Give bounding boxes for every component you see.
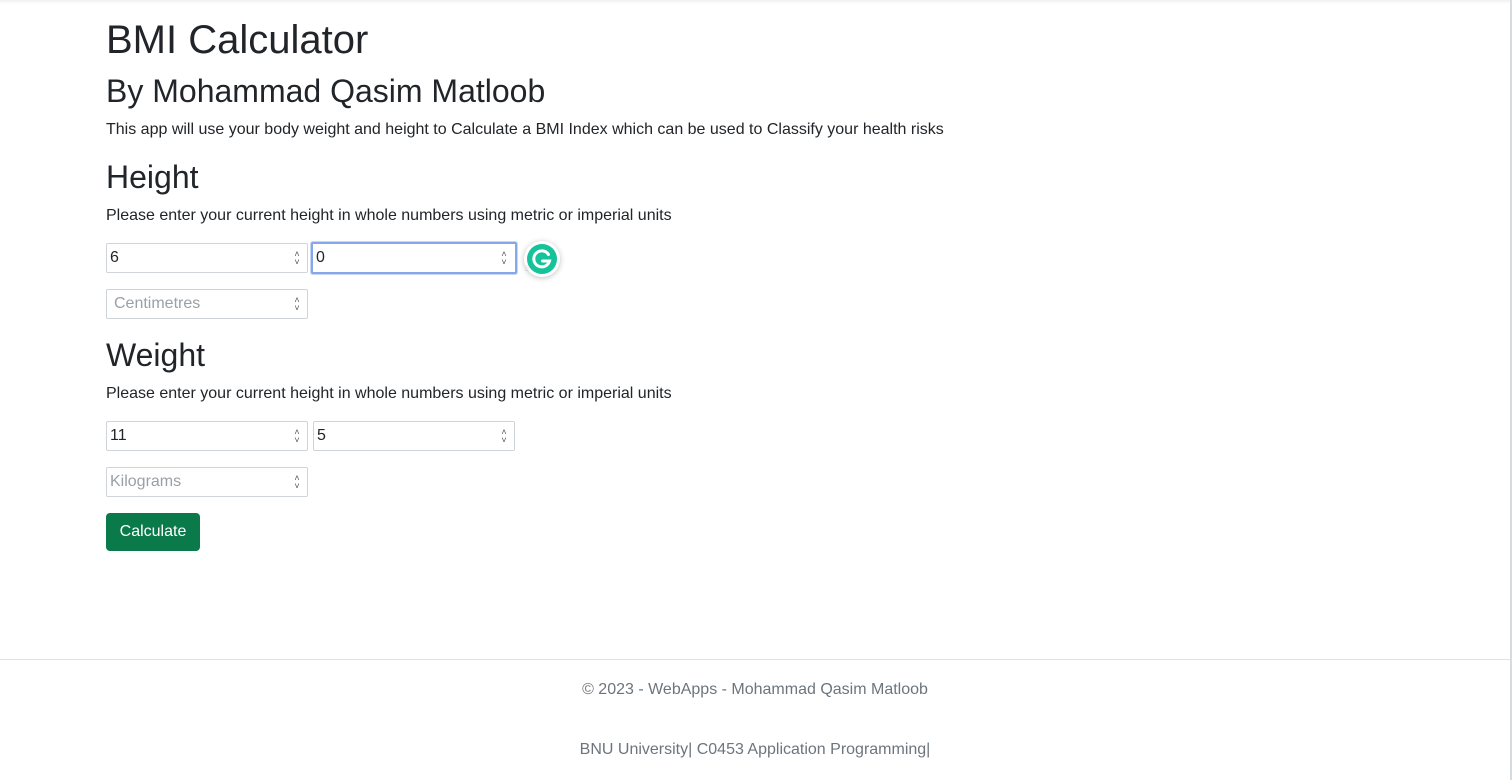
number-spinner-icon[interactable]: ˄ ˅ bbox=[292, 250, 302, 267]
height-description: Please enter your current height in whol… bbox=[106, 207, 672, 224]
height-inches-input[interactable] bbox=[311, 242, 517, 274]
footer-divider bbox=[0, 659, 1510, 660]
intro-text: This app will use your body weight and h… bbox=[106, 121, 944, 138]
calculate-button[interactable]: Calculate bbox=[106, 513, 200, 551]
weight-kg-input[interactable] bbox=[106, 467, 308, 497]
grammarly-g-icon bbox=[527, 244, 557, 274]
height-feet-input[interactable] bbox=[106, 243, 308, 273]
height-cm-input[interactable] bbox=[106, 289, 308, 319]
weight-stone-input[interactable] bbox=[106, 421, 308, 451]
number-spinner-icon[interactable]: ˄ ˅ bbox=[499, 428, 509, 445]
footer-university: BNU University| C0453 Application Progra… bbox=[579, 741, 931, 758]
weight-description: Please enter your current height in whol… bbox=[106, 385, 672, 402]
number-spinner-icon[interactable]: ˄ ˅ bbox=[292, 296, 302, 313]
number-spinner-icon[interactable]: ˄ ˅ bbox=[499, 250, 509, 267]
weight-pounds-input[interactable] bbox=[313, 421, 515, 451]
number-spinner-icon[interactable]: ˄ ˅ bbox=[292, 474, 302, 491]
grip-handle-icon[interactable]: ⁞⁞ bbox=[525, 266, 531, 274]
height-heading: Height bbox=[106, 159, 199, 195]
footer-copyright: © 2023 - WebApps - Mohammad Qasim Matloo… bbox=[582, 681, 928, 698]
weight-heading: Weight bbox=[106, 337, 206, 373]
page-subtitle: By Mohammad Qasim Matloob bbox=[106, 73, 546, 109]
page-title: BMI Calculator bbox=[106, 18, 369, 62]
number-spinner-icon[interactable]: ˄ ˅ bbox=[292, 428, 302, 445]
top-shadow bbox=[0, 0, 1512, 4]
page: BMI Calculator By Mohammad Qasim Matloob… bbox=[0, 0, 1512, 780]
